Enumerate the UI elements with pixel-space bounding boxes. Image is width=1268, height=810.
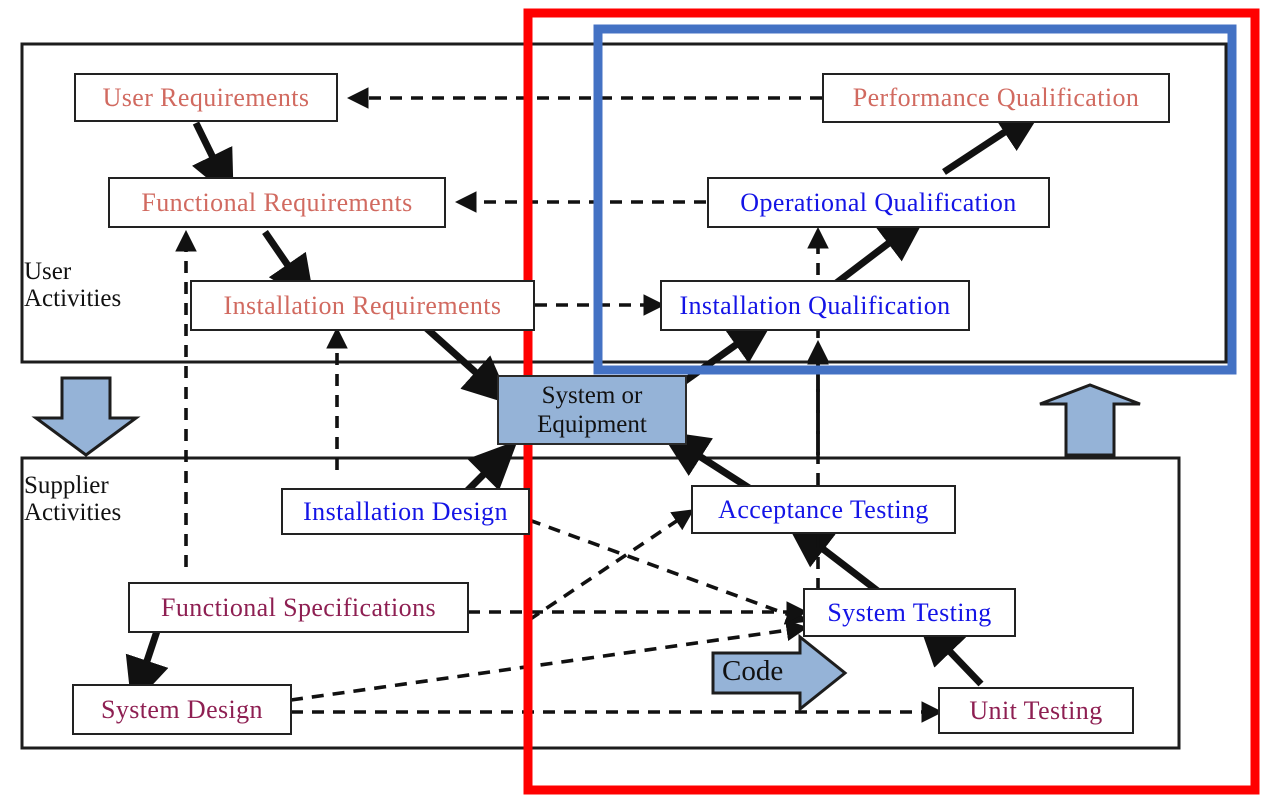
node-system-or-equipment[interactable]: System or Equipment [497, 375, 687, 445]
node-unit-testing[interactable]: Unit Testing [938, 687, 1134, 734]
system-or-equipment-line2: Equipment [537, 411, 647, 438]
code-arrow-label: Code [722, 655, 784, 687]
node-operational-qualification[interactable]: Operational Qualification [707, 177, 1050, 228]
node-installation-design-label: Installation Design [303, 496, 508, 526]
node-installation-qualification-label: Installation Qualification [679, 290, 951, 320]
node-functional-specifications-label: Functional Specifications [160, 592, 436, 622]
down-arrow-left [31, 376, 141, 457]
node-unit-testing-label: Unit Testing [969, 695, 1103, 725]
node-performance-qualification-label: Performance Qualification [852, 83, 1140, 112]
node-operational-qualification-label: Operational Qualification [740, 187, 1017, 217]
node-performance-qualification[interactable]: Performance Qualification [822, 73, 1170, 123]
node-system-testing[interactable]: System Testing [803, 588, 1016, 637]
supplier-activities-label-line2: Activities [24, 499, 122, 526]
node-functional-requirements[interactable]: Functional Requirements [108, 177, 446, 228]
node-acceptance-testing-label: Acceptance Testing [718, 494, 929, 524]
node-functional-requirements-label: Functional Requirements [141, 187, 413, 217]
user-activities-label: User Activities [24, 258, 121, 312]
node-installation-design[interactable]: Installation Design [281, 488, 530, 535]
node-installation-qualification[interactable]: Installation Qualification [660, 280, 970, 331]
node-installation-requirements[interactable]: Installation Requirements [190, 280, 535, 331]
node-system-testing-label: System Testing [827, 597, 992, 627]
up-arrow-right [1039, 383, 1141, 457]
system-or-equipment-line1: System or [541, 382, 643, 409]
user-activities-label-line2: Activities [24, 285, 122, 312]
node-user-requirements-label: User Requirements [102, 82, 310, 112]
node-user-requirements[interactable]: User Requirements [74, 73, 338, 122]
supplier-activities-label: Supplier Activities [24, 472, 121, 526]
node-installation-requirements-label: Installation Requirements [223, 290, 502, 320]
supplier-activities-label-line1: Supplier [24, 472, 109, 499]
node-functional-specifications[interactable]: Functional Specifications [128, 582, 469, 633]
v-model-diagram: User Activities Supplier Activities User… [0, 0, 1268, 810]
node-acceptance-testing[interactable]: Acceptance Testing [691, 485, 956, 534]
node-system-design[interactable]: System Design [72, 684, 292, 735]
user-activities-label-line1: User [24, 258, 72, 285]
node-system-design-label: System Design [101, 694, 263, 724]
